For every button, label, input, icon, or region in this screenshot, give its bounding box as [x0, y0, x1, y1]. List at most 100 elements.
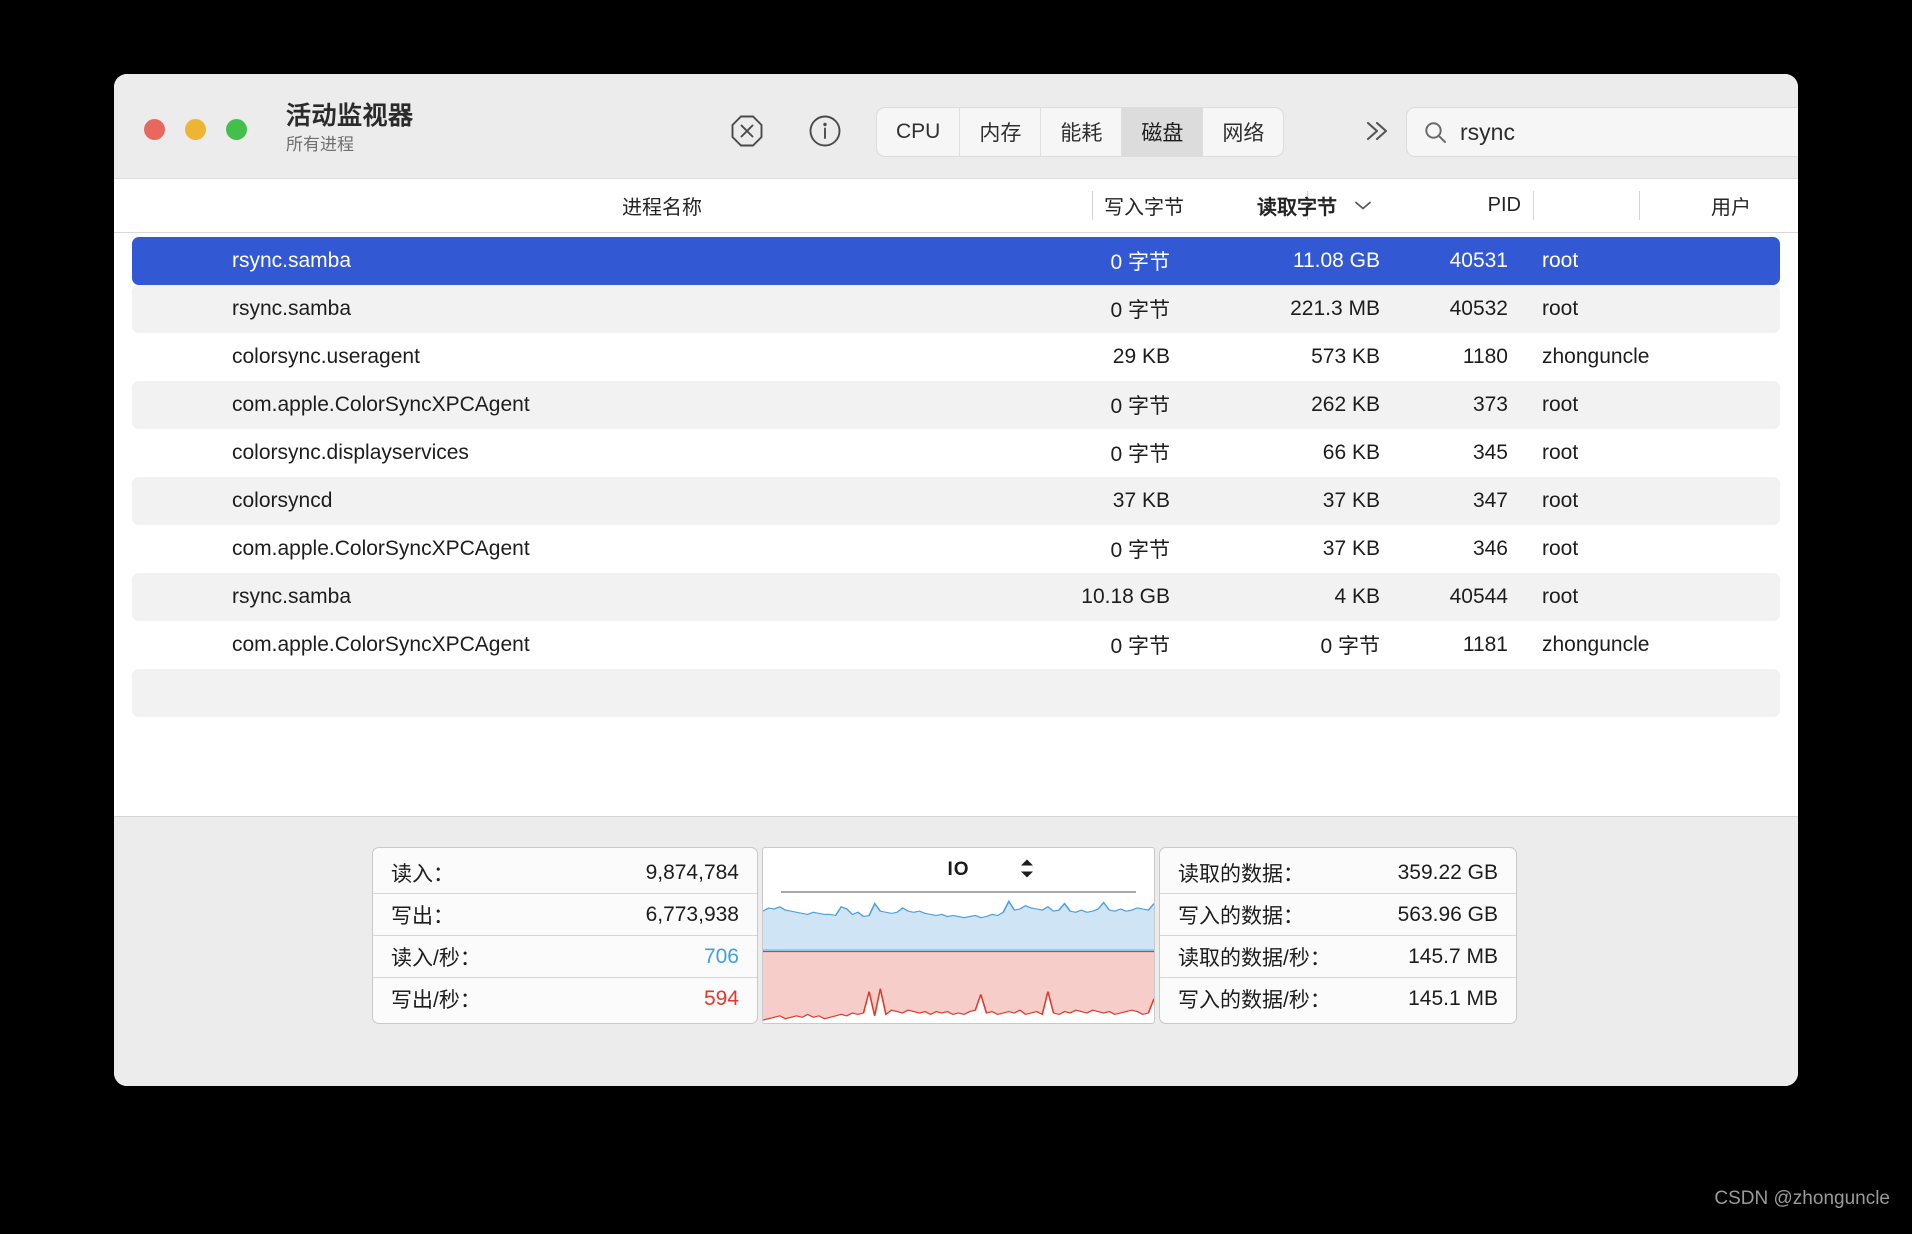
- cell-read: 66 KB: [1322, 441, 1380, 464]
- io-graph-title: IO: [947, 858, 970, 880]
- tab-disk[interactable]: 磁盘: [1122, 108, 1204, 156]
- cell-write: 0 字节: [1110, 635, 1170, 658]
- cell-pid: 40531: [1449, 249, 1508, 272]
- cell-read: 11.08 GB: [1292, 249, 1380, 272]
- cell-user: root: [1542, 537, 1579, 560]
- io-count-value: 706: [703, 944, 739, 968]
- column-header-user[interactable]: 用户: [1711, 179, 1751, 232]
- cell-read: 37 KB: [1322, 489, 1380, 512]
- up-down-stepper-icon[interactable]: [1019, 858, 1035, 879]
- cell-user: root: [1542, 585, 1579, 608]
- io-data-label: 读取的数据/秒：: [1178, 946, 1331, 970]
- table-row[interactable]: colorsync.useragent 29 KB 573 KB 1180 zhongu…: [132, 333, 1780, 381]
- graph-divider: [781, 891, 1136, 893]
- io-data-value: 359.22 GB: [1397, 860, 1498, 884]
- table-row[interactable]: com.apple.ColorSyncXPCAgent 0 字节 37 KB 346 r…: [132, 525, 1780, 573]
- info-circle-icon[interactable]: [808, 114, 842, 148]
- tab-network[interactable]: 网络: [1203, 108, 1283, 156]
- cell-write: 29 KB: [1112, 345, 1170, 368]
- io-count-label: 读入：: [391, 862, 454, 886]
- io-data-value: 563.96 GB: [1397, 902, 1498, 926]
- traffic-light-group: [144, 119, 247, 140]
- table-row[interactable]: rsync.samba 0 字节 221.3 MB 40532 root: [132, 285, 1780, 333]
- cell-read: 4 KB: [1334, 585, 1380, 608]
- io-count-row: 读入： 9,874,784: [373, 852, 757, 894]
- io-count-row: 写出： 6,773,938: [373, 894, 757, 936]
- table-row[interactable]: colorsyncd 37 KB 37 KB 347 root: [132, 477, 1780, 525]
- cell-read: 221.3 MB: [1290, 297, 1380, 320]
- disk-summary-panel: 读入： 9,874,784 写出： 6,773,938 读入/秒： 706 写出/秒： 594…: [114, 816, 1798, 1086]
- double-chevron-right-icon[interactable]: [1362, 118, 1392, 144]
- cell-name: rsync.samba: [232, 585, 352, 608]
- io-data-card: 读取的数据： 359.22 GB 写入的数据： 563.96 GB 读取的数据/秒： 14…: [1159, 847, 1517, 1024]
- io-count-value: 594: [703, 986, 739, 1010]
- cell-write: 0 字节: [1110, 395, 1170, 418]
- table-row[interactable]: [132, 669, 1780, 717]
- process-table: rsync.samba 0 字节 11.08 GB 40531 root rsync.sa…: [114, 233, 1798, 816]
- io-count-label: 读入/秒：: [391, 946, 481, 970]
- io-count-value: 9,874,784: [645, 860, 739, 884]
- cell-write: 0 字节: [1110, 251, 1170, 274]
- cell-pid: 346: [1472, 537, 1508, 560]
- column-header-name[interactable]: 进程名称: [622, 179, 702, 232]
- column-header-read[interactable]: 读取字节: [1257, 179, 1373, 232]
- io-count-row: 读入/秒： 706: [373, 936, 757, 978]
- table-row[interactable]: [132, 717, 1780, 765]
- cell-user: zhonguncle: [1542, 345, 1650, 368]
- page-subtitle: 所有进程: [286, 134, 354, 154]
- cell-read: 262 KB: [1311, 393, 1380, 416]
- octagon-x-icon[interactable]: [730, 114, 764, 148]
- cell-user: root: [1542, 297, 1579, 320]
- io-count-row: 写出/秒： 594: [373, 978, 757, 1019]
- window-toolbar: 活动监视器 所有进程 CPU 内存 能耗 磁盘 网络 rsync: [114, 74, 1798, 179]
- search-icon: [1423, 120, 1448, 145]
- table-row[interactable]: com.apple.ColorSyncXPCAgent 0 字节 262 KB 373…: [132, 381, 1780, 429]
- cell-name: rsync.samba: [232, 249, 352, 272]
- io-data-row: 写入的数据/秒： 145.1 MB: [1160, 978, 1516, 1019]
- close-button[interactable]: [144, 119, 165, 140]
- io-counts-card: 读入： 9,874,784 写出： 6,773,938 读入/秒： 706 写出/秒： 594: [372, 847, 758, 1024]
- cell-pid: 347: [1472, 489, 1508, 512]
- table-row[interactable]: colorsync.displayservices 0 字节 66 KB 345 roo…: [132, 429, 1780, 477]
- io-graph-header: IO: [763, 848, 1154, 891]
- cell-name: com.apple.ColorSyncXPCAgent: [232, 633, 530, 656]
- tab-energy[interactable]: 能耗: [1041, 108, 1123, 156]
- io-data-label: 读取的数据：: [1178, 862, 1304, 886]
- cell-pid: 373: [1472, 393, 1508, 416]
- io-data-label: 写入的数据/秒：: [1178, 988, 1331, 1012]
- io-data-value: 145.1 MB: [1408, 986, 1498, 1010]
- cell-read: 0 字节: [1320, 635, 1380, 658]
- search-field[interactable]: rsync: [1406, 107, 1798, 157]
- zoom-button[interactable]: [226, 119, 247, 140]
- cell-name: com.apple.ColorSyncXPCAgent: [232, 537, 530, 560]
- activity-monitor-window: 活动监视器 所有进程 CPU 内存 能耗 磁盘 网络 rsync 进程名称 写入…: [114, 74, 1798, 1086]
- tab-memory[interactable]: 内存: [960, 108, 1042, 156]
- cell-name: colorsync.displayservices: [232, 441, 469, 464]
- cell-write: 0 字节: [1110, 539, 1170, 562]
- column-header-write[interactable]: 写入字节: [1104, 179, 1184, 232]
- cell-pid: 1180: [1462, 345, 1508, 368]
- column-header-pid[interactable]: PID: [1488, 179, 1521, 232]
- io-graph-card: IO: [762, 847, 1155, 1024]
- table-row[interactable]: com.apple.ColorSyncXPCAgent 0 字节 0 字节 1181 z…: [132, 621, 1780, 669]
- page-title: 活动监视器: [286, 102, 414, 130]
- cell-pid: 345: [1472, 441, 1508, 464]
- view-tab-group: CPU 内存 能耗 磁盘 网络: [876, 107, 1285, 157]
- table-column-header: 进程名称 写入字节 读取字节 PID 用户: [114, 179, 1798, 233]
- minimize-button[interactable]: [185, 119, 206, 140]
- watermark: CSDN @zhonguncle: [1714, 1188, 1890, 1209]
- cell-write: 0 字节: [1110, 443, 1170, 466]
- io-data-row: 写入的数据： 563.96 GB: [1160, 894, 1516, 936]
- table-row[interactable]: rsync.samba 10.18 GB 4 KB 40544 root: [132, 573, 1780, 621]
- column-divider[interactable]: [1639, 191, 1640, 220]
- cell-name: colorsyncd: [232, 489, 333, 512]
- search-input[interactable]: rsync: [1460, 119, 1798, 146]
- table-row[interactable]: rsync.samba 0 字节 11.08 GB 40531 root: [132, 237, 1780, 285]
- column-divider[interactable]: [1533, 191, 1534, 220]
- io-count-label: 写出/秒：: [391, 988, 481, 1012]
- io-data-value: 145.7 MB: [1408, 944, 1498, 968]
- cell-pid: 40532: [1449, 297, 1508, 320]
- tab-cpu[interactable]: CPU: [877, 108, 961, 156]
- column-divider[interactable]: [1092, 191, 1093, 220]
- io-count-label: 写出：: [391, 904, 454, 928]
